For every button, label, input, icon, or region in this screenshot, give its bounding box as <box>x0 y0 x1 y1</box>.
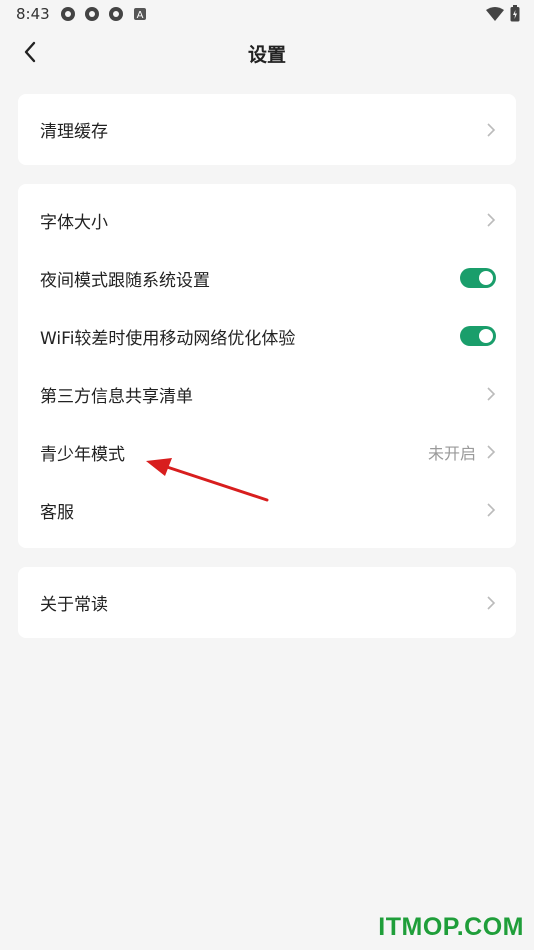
teen-mode-row[interactable]: 青少年模式 未开启 <box>18 423 516 481</box>
svg-text:A: A <box>136 10 143 21</box>
chevron-right-icon <box>487 595 496 610</box>
clear-cache-row[interactable]: 清理缓存 <box>18 94 516 165</box>
status-time: 8:43 <box>16 5 50 23</box>
notification-icon <box>108 7 123 21</box>
chevron-right-icon <box>487 387 496 401</box>
battery-icon <box>510 5 520 22</box>
page-title: 设置 <box>247 44 286 66</box>
night-mode-toggle[interactable] <box>460 268 496 288</box>
chevron-right-icon <box>487 503 496 517</box>
about-row[interactable]: 关于常读 <box>18 567 516 638</box>
wifi-optimize-toggle[interactable] <box>460 326 496 346</box>
settings-group-cache: 清理缓存 <box>18 94 516 165</box>
wifi-optimize-label: WiFi较差时使用移动网络优化体验 <box>40 328 296 349</box>
status-right <box>486 5 520 22</box>
customer-service-label: 客服 <box>40 502 74 523</box>
notification-icon <box>60 7 75 21</box>
third-party-sharing-row[interactable]: 第三方信息共享清单 <box>18 365 516 423</box>
font-size-label: 字体大小 <box>40 212 108 233</box>
chevron-right-icon <box>487 122 496 137</box>
watermark: ITMOP.COM <box>378 913 524 941</box>
chevron-right-icon <box>487 445 496 459</box>
clear-cache-label: 清理缓存 <box>40 122 108 142</box>
night-mode-label: 夜间模式跟随系统设置 <box>40 270 210 291</box>
about-label: 关于常读 <box>40 595 108 615</box>
customer-service-row[interactable]: 客服 <box>18 481 516 539</box>
wifi-icon <box>486 6 504 21</box>
teen-mode-label: 青少年模式 <box>40 444 125 465</box>
teen-mode-status: 未开启 <box>427 444 476 463</box>
night-mode-row: 夜间模式跟随系统设置 <box>18 249 516 307</box>
third-party-sharing-label: 第三方信息共享清单 <box>40 386 193 407</box>
wifi-optimize-row: WiFi较差时使用移动网络优化体验 <box>18 307 516 365</box>
nav-bar: 设置 <box>0 28 534 76</box>
chevron-right-icon <box>487 213 496 227</box>
settings-group-about: 关于常读 <box>18 567 516 638</box>
font-size-row[interactable]: 字体大小 <box>18 191 516 249</box>
status-bar: 8:43 A <box>0 0 534 28</box>
settings-group-main: 字体大小 夜间模式跟随系统设置 WiFi较差时使用移动网络优化体验 第三方信息共… <box>18 184 516 548</box>
notification-icon <box>84 7 99 21</box>
a-letter-icon: A <box>133 8 146 21</box>
